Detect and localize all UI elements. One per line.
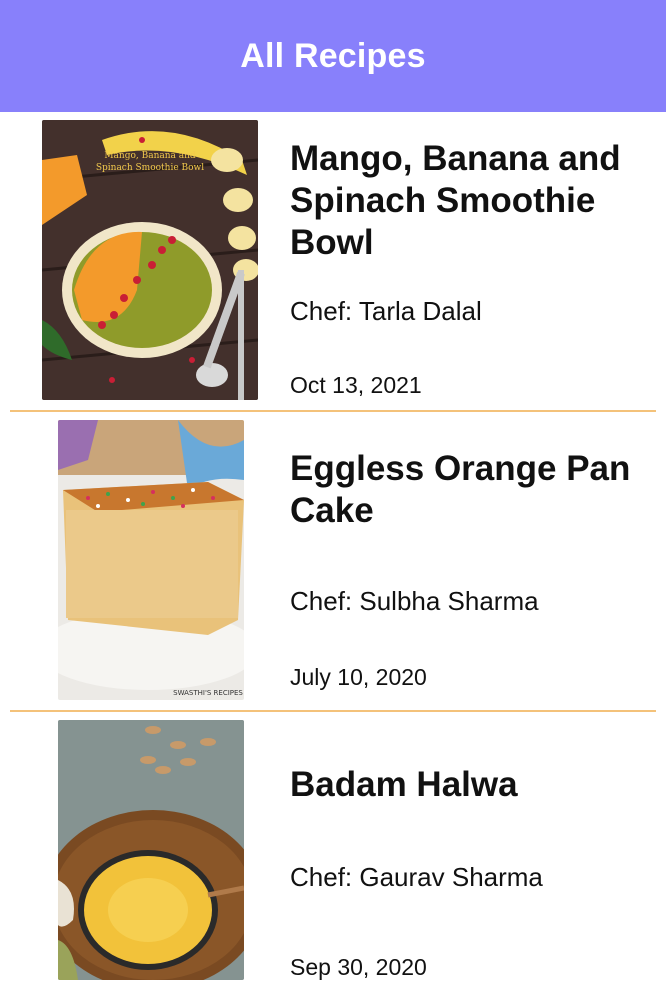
recipe-date: July 10, 2020 — [290, 664, 427, 690]
recipe-info: Mango, Banana and Spinach Smoothie Bowl … — [290, 138, 650, 398]
recipe-title: Eggless Orange Pan Cake — [290, 449, 631, 530]
recipe-image-badam-halwa — [58, 720, 244, 980]
image-watermark: SWASTHI'S RECIPES — [173, 689, 243, 697]
svg-text:Spinach Smoothie Bowl: Spinach Smoothie Bowl — [96, 163, 204, 173]
recipe-info: Eggless Orange Pan Cake Chef: Sulbha Sha… — [290, 448, 650, 690]
recipe-card[interactable]: Badam Halwa Chef: Gaurav Sharma Sep 30, … — [0, 712, 666, 980]
recipe-date: Sep 30, 2020 — [290, 954, 427, 980]
recipe-title: Badam Halwa — [290, 765, 518, 804]
recipe-image-smoothie-bowl: Mango, Banana and Spinach Smoothie Bowl — [42, 120, 258, 400]
svg-text:Mango, Banana and: Mango, Banana and — [104, 151, 196, 161]
app-header: All Recipes — [0, 0, 666, 112]
recipe-image-pan-cake: SWASTHI'S RECIPES — [58, 420, 244, 700]
page-title: All Recipes — [240, 36, 426, 75]
recipe-card[interactable]: Mango, Banana and Spinach Smoothie Bowl … — [0, 112, 666, 412]
recipe-title: Mango, Banana and Spinach Smoothie Bowl — [290, 139, 621, 262]
recipe-chef: Chef: Sulbha Sharma — [290, 586, 539, 616]
recipe-date: Oct 13, 2021 — [290, 372, 422, 398]
recipe-info: Badam Halwa Chef: Gaurav Sharma Sep 30, … — [290, 764, 650, 980]
recipe-chef: Chef: Tarla Dalal — [290, 296, 482, 326]
recipe-chef: Chef: Gaurav Sharma — [290, 862, 543, 892]
recipe-card[interactable]: SWASTHI'S RECIPES Eggless Orange Pan Cak… — [0, 412, 666, 712]
